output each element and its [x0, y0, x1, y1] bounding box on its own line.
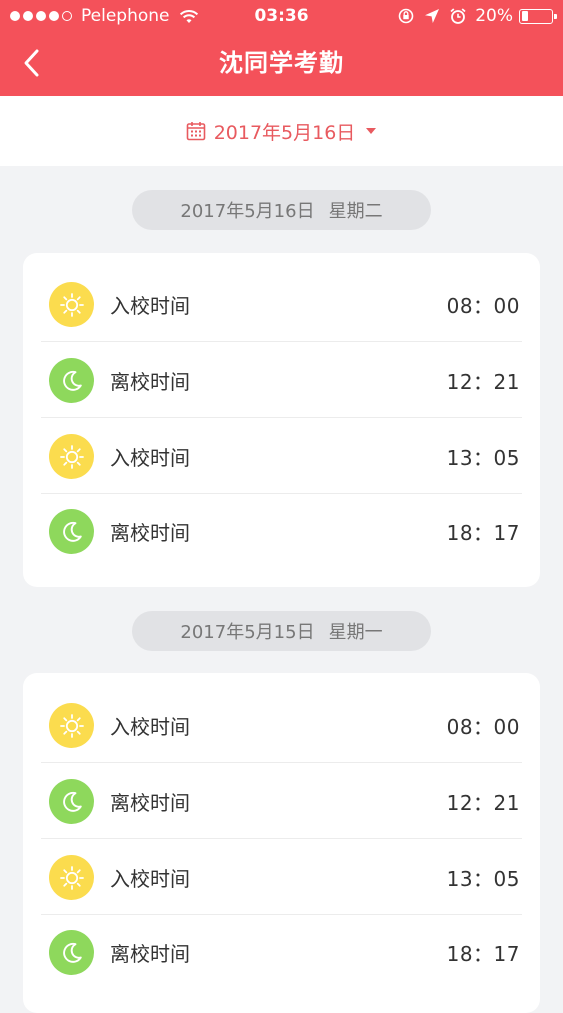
row-label: 离校时间 — [110, 942, 190, 966]
attendance-row[interactable]: 离校时间 18：17 — [41, 915, 522, 990]
sun-icon — [49, 703, 94, 748]
row-time: 08：00 — [446, 294, 520, 318]
row-time: 12：21 — [446, 791, 520, 815]
attendance-row[interactable]: 入校时间 13：05 — [41, 419, 522, 494]
day-weekday: 星期二 — [328, 201, 383, 222]
attendance-row[interactable]: 离校时间 12：21 — [41, 343, 522, 418]
status-bar: Pelephone 03:36 20% — [0, 0, 563, 32]
day-date: 2017年5月15日 — [180, 622, 315, 643]
moon-icon — [49, 509, 94, 554]
status-right: 20% — [397, 6, 557, 26]
caret-down-icon — [366, 128, 377, 134]
day-weekday: 星期一 — [328, 622, 383, 643]
selected-date-label: 2017年5月16日 — [213, 121, 356, 144]
date-picker-button[interactable]: 2017年5月16日 — [0, 96, 563, 166]
day-header: 2017年5月16日 星期二 — [132, 190, 431, 230]
attendance-row[interactable]: 离校时间 12：21 — [41, 764, 522, 839]
moon-icon — [49, 358, 94, 403]
calendar-icon — [186, 122, 205, 141]
attendance-row[interactable]: 入校时间 08：00 — [41, 267, 522, 342]
page-title: 沈同学考勤 — [219, 49, 344, 77]
day-date: 2017年5月16日 — [180, 201, 315, 222]
row-label: 离校时间 — [110, 521, 190, 545]
row-label: 入校时间 — [110, 715, 190, 739]
attendance-row[interactable]: 入校时间 08：00 — [41, 688, 522, 763]
attendance-row[interactable]: 离校时间 18：17 — [41, 494, 522, 569]
moon-icon — [49, 930, 94, 975]
alarm-icon — [450, 8, 466, 24]
row-label: 入校时间 — [110, 446, 190, 470]
sun-icon — [49, 855, 94, 900]
battery-percent: 20% — [475, 6, 513, 26]
moon-icon — [49, 779, 94, 824]
row-time: 18：17 — [446, 942, 520, 966]
row-label: 离校时间 — [110, 370, 190, 394]
app-header: Pelephone 03:36 20% 沈同学考勤 — [0, 0, 563, 96]
sun-icon — [49, 434, 94, 479]
row-time: 13：05 — [446, 446, 520, 470]
location-arrow-icon — [425, 9, 440, 23]
sun-icon — [49, 282, 94, 327]
attendance-row[interactable]: 入校时间 13：05 — [41, 840, 522, 915]
row-time: 08：00 — [446, 715, 520, 739]
rotation-lock-icon — [398, 8, 414, 24]
row-label: 入校时间 — [110, 867, 190, 891]
battery-level — [521, 11, 528, 21]
battery-icon — [519, 8, 557, 24]
row-time: 13：05 — [446, 867, 520, 891]
row-label: 离校时间 — [110, 791, 190, 815]
day-header: 2017年5月15日 星期一 — [132, 611, 431, 651]
row-label: 入校时间 — [110, 294, 190, 318]
attendance-card: 入校时间 08：00 离校时间 12：21 入校时间 13：05 离校时间 18… — [23, 673, 540, 1013]
row-time: 12：21 — [446, 370, 520, 394]
row-time: 18：17 — [446, 521, 520, 545]
attendance-card: 入校时间 08：00 离校时间 12：21 入校时间 13：05 离校时间 18… — [23, 253, 540, 587]
